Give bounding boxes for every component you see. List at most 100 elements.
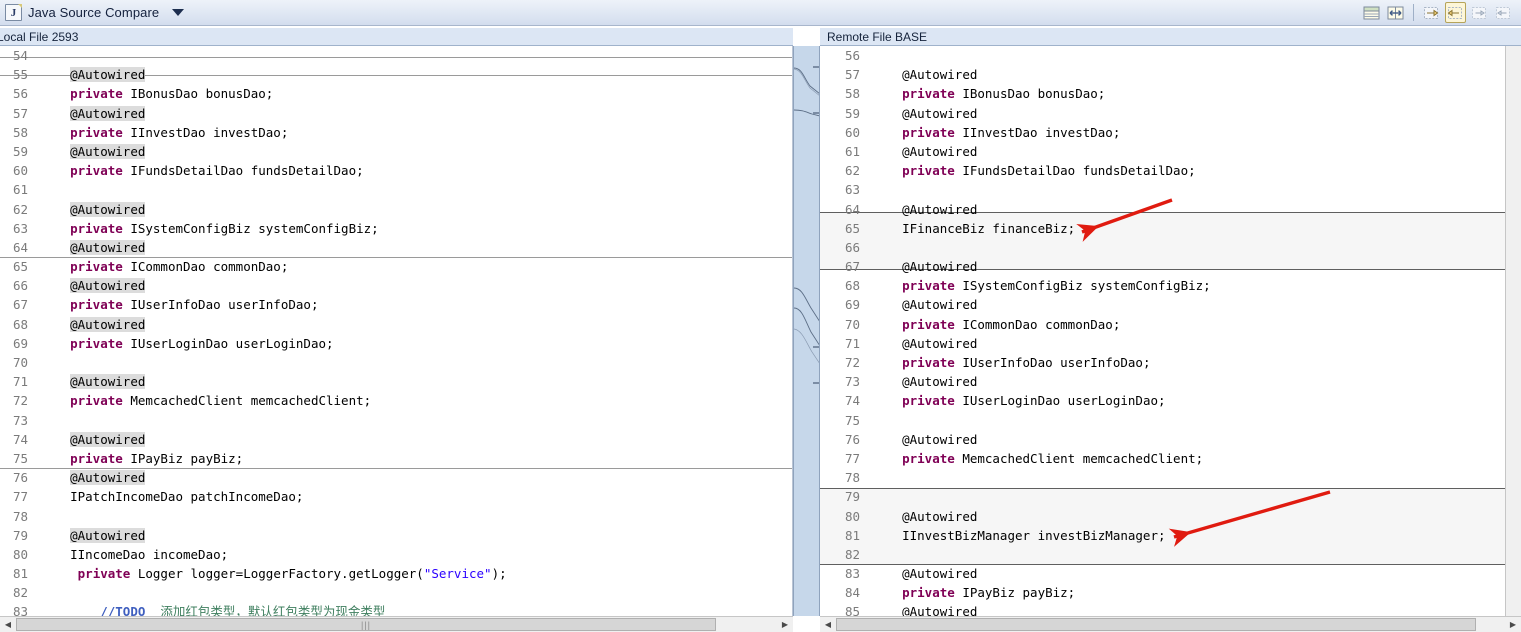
code-line[interactable]: 58 private IInvestDao investDao; [0, 123, 792, 142]
code-line[interactable]: 84 private IPayBiz payBiz; [820, 583, 1521, 602]
line-number: 78 [844, 470, 860, 486]
code-line[interactable]: 72 private MemcachedClient memcachedClie… [0, 391, 792, 410]
code-line[interactable]: 67 @Autowired [820, 257, 1521, 276]
code-line[interactable]: 60 private IInvestDao investDao; [820, 123, 1521, 142]
line-number: 74 [844, 393, 860, 409]
code-line[interactable]: 56 [820, 46, 1521, 65]
code-line[interactable]: 70 private ICommonDao commonDao; [820, 315, 1521, 334]
right-scroll-thumb[interactable] [836, 618, 1476, 631]
right-scroll-left-arrow[interactable]: ◀ [820, 617, 836, 632]
line-number: 81 [844, 527, 860, 543]
code-line[interactable]: 75 [820, 411, 1521, 430]
code-line[interactable]: 75 private IPayBiz payBiz; [0, 449, 792, 468]
code-line[interactable]: 59 @Autowired [820, 104, 1521, 123]
code-line[interactable]: 74 private IUserLoginDao userLoginDao; [820, 391, 1521, 410]
chevron-down-icon[interactable] [172, 9, 185, 16]
code-line[interactable]: 66 [820, 238, 1521, 257]
code-line[interactable]: 70 [0, 353, 792, 372]
code-line[interactable]: 77 private MemcachedClient memcachedClie… [820, 449, 1521, 468]
code-line[interactable]: 68 private ISystemConfigBiz systemConfig… [820, 276, 1521, 295]
code-line[interactable]: 56 private IBonusDao bonusDao; [0, 84, 792, 103]
code-line[interactable]: 71 @Autowired [0, 372, 792, 391]
right-vertical-scrollbar[interactable] [1505, 46, 1521, 616]
code-line[interactable]: 69 @Autowired [820, 295, 1521, 314]
line-number: 70 [12, 355, 28, 370]
code-line[interactable]: 82 [820, 545, 1521, 564]
code-line[interactable]: 59 @Autowired [0, 142, 792, 161]
right-scroll-right-arrow[interactable]: ▶ [1505, 617, 1521, 632]
two-pane-layout-icon[interactable] [1361, 2, 1382, 23]
java-source-compare-window: J Java Source Compare Local File 2593 Re… [0, 0, 1521, 632]
toolbar-separator [1413, 4, 1414, 21]
code-line[interactable]: 69 private IUserLoginDao userLoginDao; [0, 334, 792, 353]
copy-all-left-icon[interactable] [1445, 2, 1466, 23]
code-line[interactable]: 81 IInvestBizManager investBizManager; [820, 526, 1521, 545]
left-code-pane[interactable]: 54 55 @Autowired 56 private IBonusDao bonu… [0, 46, 793, 616]
previous-difference-icon[interactable] [1493, 2, 1514, 23]
code-line[interactable]: 83 @Autowired [820, 564, 1521, 583]
code-line[interactable]: 55 @Autowired [0, 65, 792, 84]
code-line[interactable]: 82 [0, 583, 792, 602]
code-line[interactable]: 71 @Autowired [820, 334, 1521, 353]
code-line[interactable]: 64 @Autowired [0, 238, 792, 257]
right-code-pane[interactable]: 56 57 @Autowired 58 private IBonusDao bonu… [820, 46, 1521, 616]
code-line[interactable]: 77 IPatchIncomeDao patchIncomeDao; [0, 487, 792, 506]
code-line[interactable]: 79 @Autowired [0, 526, 792, 545]
code-line[interactable]: 60 private IFundsDetailDao fundsDetailDa… [0, 161, 792, 180]
code-line[interactable]: 74 @Autowired [0, 430, 792, 449]
code-line[interactable]: 78 [820, 468, 1521, 487]
code-line[interactable]: 73 @Autowired [820, 372, 1521, 391]
code-line[interactable]: 79 [820, 487, 1521, 506]
code-line[interactable]: 61 [0, 180, 792, 199]
line-source: @Autowired [902, 143, 978, 159]
left-horizontal-scrollbar[interactable]: ◀ ||| ▶ [0, 616, 793, 632]
code-line[interactable]: 80 @Autowired [820, 507, 1521, 526]
code-line[interactable]: 57 @Autowired [0, 104, 792, 123]
code-line[interactable]: 63 private ISystemConfigBiz systemConfig… [0, 219, 792, 238]
copy-all-right-icon[interactable] [1421, 2, 1442, 23]
line-source: private ISystemConfigBiz systemConfigBiz… [70, 220, 379, 236]
code-line[interactable]: 73 [0, 411, 792, 430]
code-line[interactable]: 76 @Autowired [0, 468, 792, 487]
swap-sides-icon[interactable] [1385, 2, 1406, 23]
next-difference-icon[interactable] [1469, 2, 1490, 23]
code-line[interactable]: 76 @Autowired [820, 430, 1521, 449]
right-scroll-track[interactable] [836, 617, 1505, 632]
line-number: 68 [12, 316, 28, 332]
line-source: @Autowired [70, 278, 146, 294]
code-line[interactable]: 66 @Autowired [0, 276, 792, 295]
code-line[interactable]: 68 @Autowired [0, 315, 792, 334]
line-number: 55 [12, 67, 28, 83]
line-source: private MemcachedClient memcachedClient; [70, 393, 372, 409]
code-line[interactable]: 80 IIncomeDao incomeDao; [0, 545, 792, 564]
line-number: 66 [844, 239, 860, 255]
line-number: 58 [844, 86, 860, 102]
left-scroll-left-arrow[interactable]: ◀ [0, 617, 16, 632]
code-line[interactable]: 58 private IBonusDao bonusDao; [820, 84, 1521, 103]
code-line[interactable]: 64 @Autowired [820, 200, 1521, 219]
left-scroll-track[interactable]: ||| [16, 617, 777, 632]
left-scroll-thumb[interactable]: ||| [16, 618, 716, 631]
code-line[interactable]: 85 @Autowired [820, 602, 1521, 616]
code-line[interactable]: 81 private Logger logger=LoggerFactory.g… [0, 564, 792, 583]
code-line[interactable]: 67 private IUserInfoDao userInfoDao; [0, 295, 792, 314]
code-line[interactable]: 63 [820, 180, 1521, 199]
code-line[interactable]: 78 [0, 507, 792, 526]
line-number: 58 [12, 124, 28, 140]
code-line[interactable]: 83 //TODO 添加红包类型，默认红包类型为现金类型 [0, 602, 792, 616]
line-source: private IUserInfoDao userInfoDao; [902, 355, 1151, 370]
left-scroll-right-arrow[interactable]: ▶ [777, 617, 793, 632]
line-source: @Autowired [70, 316, 146, 332]
line-number: 80 [844, 508, 860, 524]
code-line[interactable]: 65 IFinanceBiz financeBiz; [820, 219, 1521, 238]
line-source: @Autowired [902, 201, 978, 217]
line-number: 70 [844, 316, 860, 332]
code-line[interactable]: 62 @Autowired [0, 200, 792, 219]
code-line[interactable]: 62 private IFundsDetailDao fundsDetailDa… [820, 161, 1521, 180]
code-line[interactable]: 72 private IUserInfoDao userInfoDao; [820, 353, 1521, 372]
right-horizontal-scrollbar[interactable]: ◀ ▶ [820, 616, 1521, 632]
code-line[interactable]: 65 private ICommonDao commonDao; [0, 257, 792, 276]
code-line[interactable]: 61 @Autowired [820, 142, 1521, 161]
line-number: 63 [12, 220, 28, 236]
code-line[interactable]: 57 @Autowired [820, 65, 1521, 84]
